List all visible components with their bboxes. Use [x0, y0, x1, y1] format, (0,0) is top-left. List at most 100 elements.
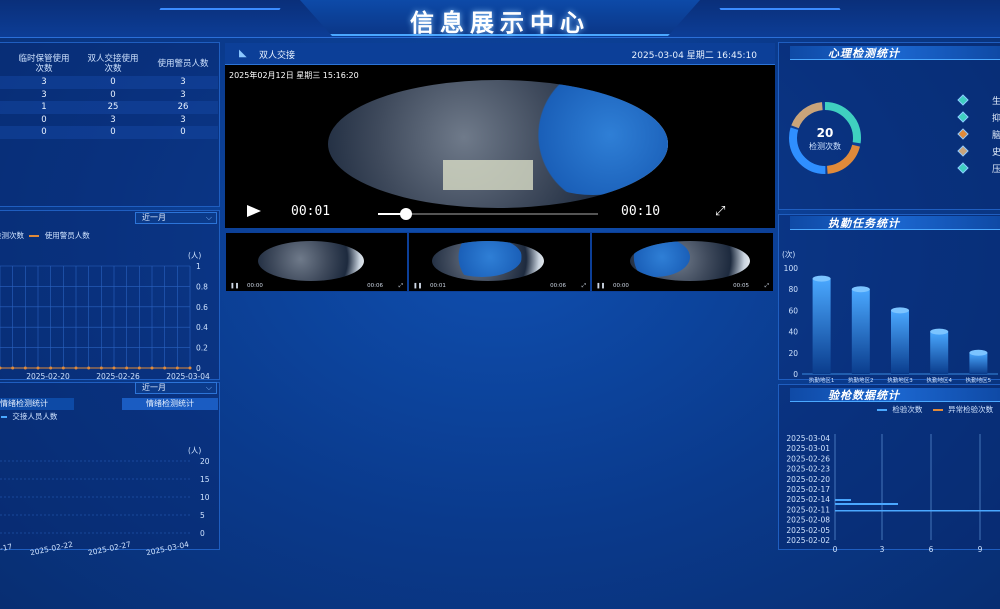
legend-item-checks: 检测次数 [0, 231, 24, 240]
x-tick-label: 2025-03-04 [166, 372, 210, 381]
tab-emotion-left[interactable]: 情绪检测统计 [0, 398, 74, 410]
y-tick-label: 2025-03-04 [786, 434, 830, 443]
y-tick-label: 2025-02-08 [786, 516, 830, 525]
table-cell: 0 [110, 77, 116, 88]
y-tick-label: 0.2 [196, 344, 208, 353]
fullscreen-icon[interactable]: ⤢ [582, 283, 586, 290]
thumbnail-video-1[interactable]: ❚❚ 00:00 00:06 ⤢ [225, 232, 408, 292]
duty-bar [812, 278, 831, 374]
y-tick-label: 15 [200, 475, 210, 484]
psych-item-label: 生 [992, 97, 1000, 107]
psych-item-label: 压 [992, 165, 1000, 175]
psych-item[interactable]: 抑 [956, 110, 1000, 124]
fullscreen-icon[interactable]: ⤢ [715, 204, 725, 219]
x-tick-label: 2025-02-27 [87, 540, 132, 555]
psych-item[interactable]: 生 [956, 93, 1000, 107]
header-deco-left [159, 8, 281, 10]
diamond-icon [957, 94, 969, 106]
table-cell: 1 [41, 102, 47, 113]
chart2-legend: 交接人员人数 [0, 411, 57, 422]
table-cell: 3 [180, 89, 186, 100]
seek-handle[interactable] [400, 208, 412, 220]
x-tick-label: 2025-02-20 [26, 372, 70, 381]
y-tick-label: 0 [793, 370, 798, 379]
thumb-fisheye [630, 241, 750, 281]
x-tick-label: 02-17 [0, 542, 13, 555]
video-wall [442, 241, 522, 277]
col-header-dual: 双人交接使用 次数 [78, 54, 148, 74]
fullscreen-icon[interactable]: ⤢ [765, 283, 769, 290]
duty-bar-cap [969, 349, 988, 356]
duty-bar-cap [851, 286, 870, 293]
y-tick-label: 0.6 [196, 303, 208, 312]
gun-bar-chart: 2025-03-042025-03-012025-02-26 2025-02-23… [786, 434, 1000, 554]
duty-bar [891, 310, 909, 374]
thumbnail-video-2[interactable]: ❚❚ 00:01 00:06 ⤢ [408, 232, 591, 292]
tab-label: 情绪检测统计 [146, 399, 194, 408]
x-tick-label: 0 [833, 545, 838, 554]
video-overlay-time: 2025年02月12日 星期三 15:16:20 [229, 71, 359, 80]
y-tick-label: 2025-02-11 [786, 505, 830, 514]
range-select-1-value: 近一月 [142, 213, 166, 222]
tab-emotion-right[interactable]: 情绪检测统计 [122, 398, 218, 410]
usage-table: 临时保管使用 次数 双人交接使用 次数 使用警员人数 3 0 3 3 0 3 1 25 26 0 3… [0, 52, 218, 139]
x-tick-label: 9 [978, 545, 983, 554]
duty-bar-cap [930, 328, 949, 335]
col-header-text: 双人交接使用 次数 [87, 54, 139, 74]
range-select-1[interactable]: 近一月 ⌵ [135, 212, 217, 224]
fisheye-video-frame [328, 80, 668, 208]
pause-icon[interactable]: ❚❚ [413, 283, 422, 289]
table-cell: 26 [177, 102, 189, 113]
seek-bar[interactable] [378, 208, 598, 220]
y-tick-label: 0.4 [196, 323, 208, 332]
psych-item[interactable]: 压 [956, 161, 1000, 175]
time-current: 00:01 [291, 204, 331, 219]
col-header-officers: 使用警员人数 [148, 59, 218, 69]
gun-bar [835, 503, 898, 505]
y-tick-label: 2025-02-20 [786, 475, 830, 484]
play-icon[interactable] [247, 205, 261, 217]
pause-icon[interactable]: ❚❚ [230, 283, 239, 289]
y-tick-label: 100 [784, 264, 799, 273]
col-header-temp: 临时保管使用 次数 [10, 54, 78, 74]
legend-item-officers: 使用警员人数 [44, 231, 90, 240]
y-tick-label: 2025-02-23 [786, 465, 830, 474]
table-row: 0 3 3 [0, 114, 218, 127]
table-cell: 0 [110, 127, 116, 138]
x-tick-label: 6 [929, 545, 934, 554]
table-cell: 0 [41, 114, 47, 125]
header-deco-right [719, 8, 841, 10]
y-tick-label: 10 [200, 493, 210, 502]
diamond-icon [957, 145, 969, 157]
fullscreen-icon[interactable]: ⤢ [399, 283, 403, 290]
thumb-time-total: 00:05 [733, 283, 749, 289]
psych-item[interactable]: 脑 [956, 127, 1000, 141]
thumbnail-video-3[interactable]: ❚❚ 00:00 00:05 ⤢ [591, 232, 774, 292]
thumb-time-current: 00:00 [612, 283, 629, 289]
table-cell: 3 [180, 114, 186, 125]
y-tick-label: 2025-02-14 [786, 495, 830, 504]
y-tick-label: 0.8 [196, 282, 208, 291]
donut-label: 检测次数 [809, 141, 841, 151]
x-tick-label: 3 [880, 545, 885, 554]
table-row: 3 0 3 [0, 76, 218, 89]
x-tick-label: 执勤地区4 [926, 376, 952, 384]
table-body: 3 0 3 3 0 3 1 25 26 0 3 3 0 0 0 [0, 76, 218, 139]
y-tick-label: 2025-02-26 [786, 454, 830, 463]
psych-item-label: 抑 [992, 114, 1000, 124]
range-select-2[interactable]: 近一月 ⌵ [135, 382, 217, 394]
psych-item[interactable]: 史 [956, 144, 1000, 158]
chart1-legend: 检测次数 使用警员人数 [0, 230, 90, 241]
table-cell: 3 [110, 114, 116, 125]
legend-swatch-abnormal [932, 409, 943, 411]
thumb-fisheye [258, 241, 364, 281]
thumb-fisheye [432, 241, 544, 281]
gun-legend: 检验次数 异常检验次数 [874, 404, 993, 415]
main-video-player[interactable]: 2025年02月12日 星期三 15:16:20 00:01 00:10 ⤢ [225, 65, 775, 228]
duty-bar [930, 331, 949, 374]
table-cell: 3 [41, 89, 47, 100]
psych-item-label: 脑 [992, 131, 1000, 141]
pause-icon[interactable]: ❚❚ [596, 283, 605, 289]
x-tick-label: 2025-02-22 [29, 540, 74, 555]
current-datetime: 2025-03-04 星期二 16:45:10 [631, 51, 757, 61]
